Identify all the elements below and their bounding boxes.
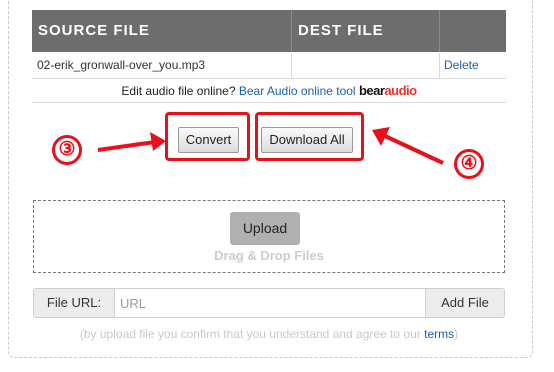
terms-consent: (by upload file you confirm that you und… <box>33 327 505 341</box>
step-3-marker: ③ <box>52 135 82 165</box>
arrow-to-convert <box>97 132 166 152</box>
convert-button[interactable]: Convert <box>178 127 239 153</box>
file-url-label: File URL: <box>34 289 115 317</box>
consent-suffix: ) <box>454 327 459 341</box>
add-file-button[interactable]: Add File <box>425 289 504 317</box>
arrow-to-download-all <box>372 127 444 165</box>
consent-text: (by upload file you confirm that you und… <box>79 327 421 341</box>
file-url-group: File URL: Add File <box>33 288 505 318</box>
download-all-button[interactable]: Download All <box>261 127 353 153</box>
url-input[interactable] <box>115 289 427 317</box>
upload-button[interactable]: Upload <box>230 212 300 245</box>
step-4-marker: ④ <box>454 149 484 179</box>
terms-link[interactable]: terms <box>424 327 454 341</box>
drag-drop-label: Drag & Drop Files <box>214 248 324 263</box>
